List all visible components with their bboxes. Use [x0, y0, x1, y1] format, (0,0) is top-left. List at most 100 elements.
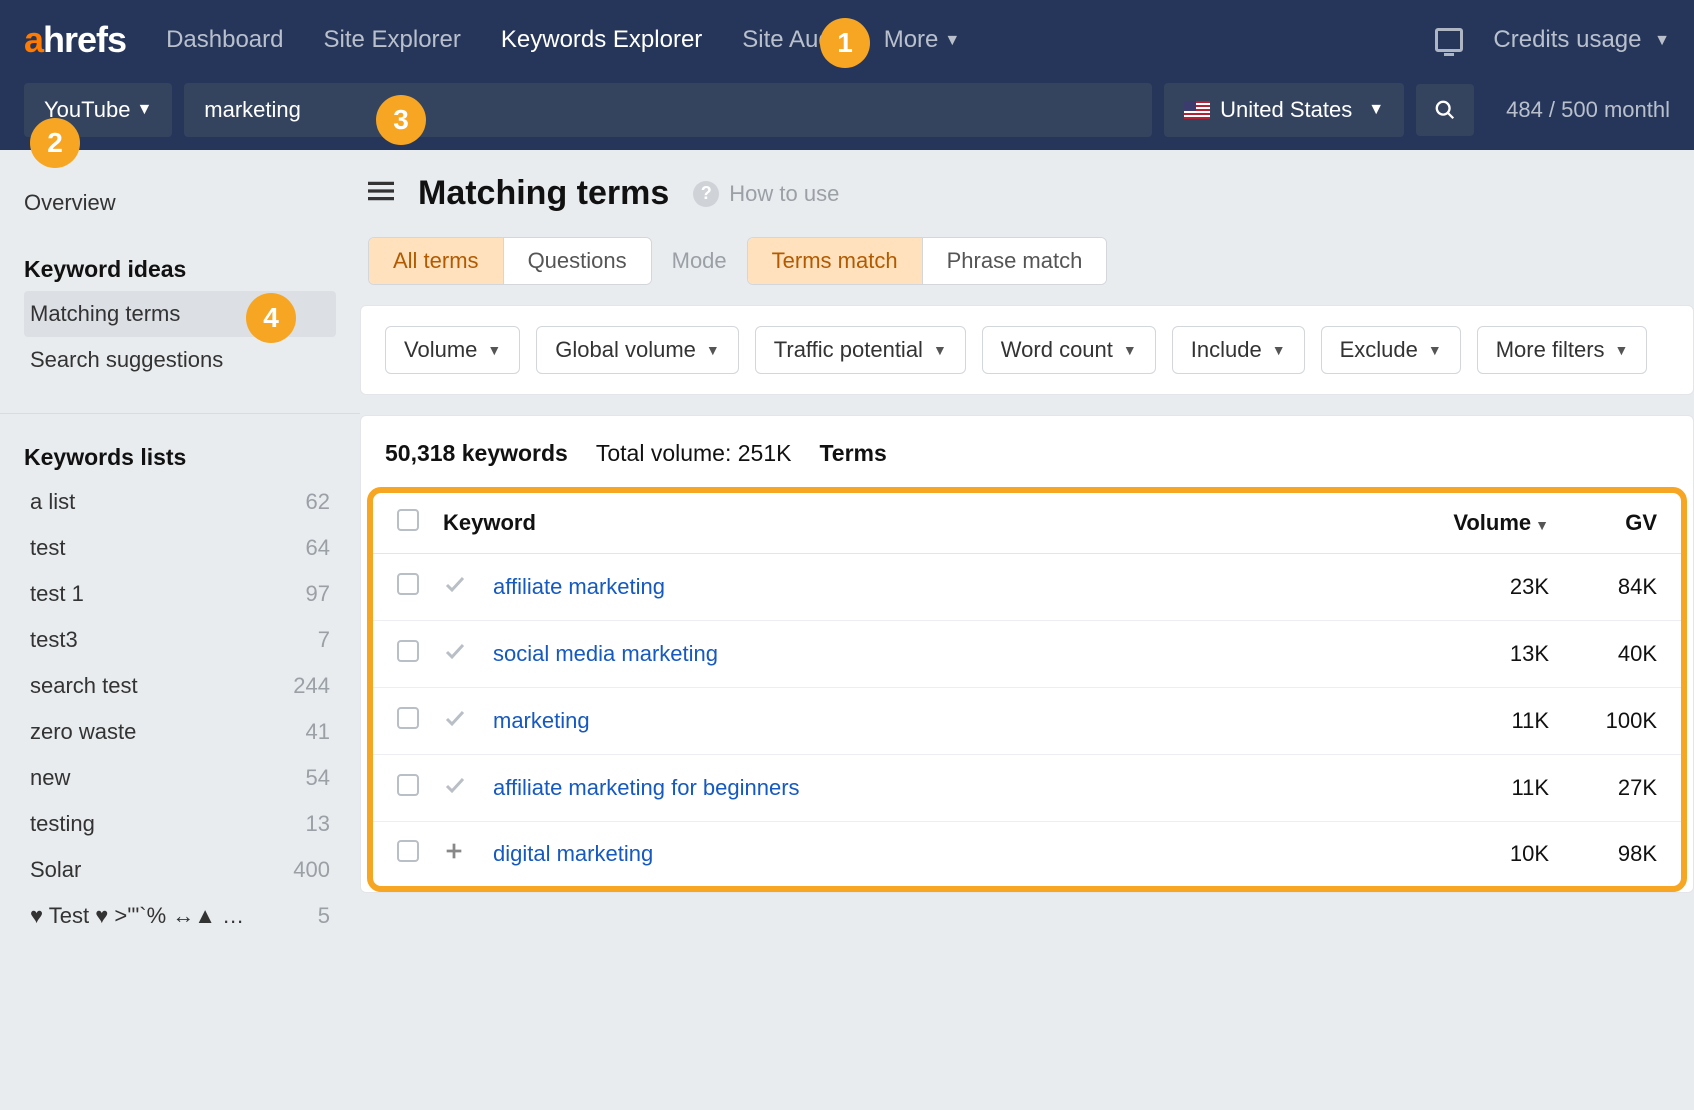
logo-letter-a: a	[24, 19, 43, 60]
step-badge-3: 3	[376, 95, 426, 145]
check-icon[interactable]	[443, 576, 467, 601]
chevron-down-icon: ▼	[706, 342, 720, 358]
sidebar-list-item[interactable]: testing13	[24, 801, 336, 847]
mode-label: Mode	[672, 248, 727, 274]
th-volume[interactable]: Volume▼	[1411, 493, 1561, 554]
credits-label: Credits usage	[1493, 26, 1641, 53]
filter-exclude[interactable]: Exclude▼	[1321, 326, 1461, 374]
row-checkbox[interactable]	[397, 573, 419, 595]
list-name: zero waste	[30, 719, 136, 745]
seg-phrase-match[interactable]: Phrase match	[922, 238, 1107, 284]
keyword-link[interactable]: marketing	[493, 708, 590, 733]
sidebar-list-item[interactable]: new54	[24, 755, 336, 801]
search-button[interactable]	[1416, 84, 1474, 136]
chevron-down-icon: ▼	[136, 101, 152, 119]
check-icon[interactable]	[443, 710, 467, 735]
th-gv[interactable]: GV	[1561, 493, 1681, 554]
keyword-link[interactable]: digital marketing	[493, 841, 653, 866]
hamburger-icon[interactable]	[368, 181, 394, 206]
list-count: 400	[293, 857, 330, 883]
how-to-use[interactable]: ? How to use	[693, 181, 839, 207]
sidebar-list-item[interactable]: ♥ Test ♥ >'"`% ↔▲ …5	[24, 893, 336, 939]
sidebar-search-suggestions[interactable]: Search suggestions	[24, 337, 336, 383]
highlighted-table-box: Keyword Volume▼ GV affiliate marketing23…	[367, 487, 1687, 892]
plus-icon[interactable]	[443, 842, 465, 867]
cell-volume: 10K	[1411, 822, 1561, 887]
row-checkbox[interactable]	[397, 707, 419, 729]
filter-global-volume[interactable]: Global volume▼	[536, 326, 739, 374]
sidebar-list-item[interactable]: zero waste 41	[24, 709, 336, 755]
sidebar-ideas-heading: Keyword ideas	[24, 256, 336, 283]
sidebar-item-label: Search suggestions	[30, 347, 223, 373]
seg-terms-match[interactable]: Terms match	[748, 238, 922, 284]
page-title: Matching terms	[418, 174, 669, 213]
seg-questions[interactable]: Questions	[503, 238, 651, 284]
chevron-down-icon: ▼	[1654, 32, 1670, 49]
sidebar-list-item[interactable]: search test244	[24, 663, 336, 709]
list-count: 97	[306, 581, 330, 607]
monitor-icon[interactable]	[1435, 28, 1463, 52]
check-icon[interactable]	[443, 777, 467, 802]
list-count: 62	[306, 489, 330, 515]
sidebar-matching-terms[interactable]: Matching terms 4	[24, 291, 336, 337]
sidebar-overview[interactable]: Overview	[24, 180, 336, 226]
filter-traffic-potential[interactable]: Traffic potential ▼	[755, 326, 966, 374]
filter-label: Volume	[404, 337, 477, 363]
main-content: Matching terms ? How to use All terms Qu…	[360, 150, 1694, 969]
sidebar-list-item[interactable]: Solar400	[24, 847, 336, 893]
chevron-down-icon: ▼	[487, 342, 501, 358]
sidebar-list-item[interactable]: test 197	[24, 571, 336, 617]
chevron-down-icon: ▼	[1615, 342, 1629, 358]
top-navbar: ahrefs Dashboard Site Explorer Keywords …	[0, 0, 1694, 80]
keyword-input[interactable]: marketing	[184, 83, 1152, 137]
sidebar-lists-heading: Keywords lists	[24, 444, 336, 471]
filter-include[interactable]: Include▼	[1172, 326, 1305, 374]
list-name: a list	[30, 489, 75, 515]
table-row: social media marketing13K40K	[373, 621, 1681, 688]
list-name: search test	[30, 673, 138, 699]
results-card: 50,318 keywords Total volume: 251K Terms…	[360, 415, 1694, 893]
filter-more-filters[interactable]: More filters ▼	[1477, 326, 1648, 374]
checkbox-all[interactable]	[397, 509, 419, 531]
credits-usage[interactable]: Credits usage ▼	[1493, 26, 1670, 54]
filter-label: Traffic potential	[774, 337, 923, 363]
nav-more[interactable]: More▼	[884, 26, 961, 54]
row-checkbox[interactable]	[397, 774, 419, 796]
sidebar-list-item[interactable]: test37	[24, 617, 336, 663]
logo-rest: hrefs	[43, 19, 126, 60]
filter-label: Exclude	[1340, 337, 1418, 363]
terms-label[interactable]: Terms	[819, 440, 886, 467]
credits-counter: 484 / 500 monthl	[1506, 97, 1670, 123]
step-badge-4: 4	[246, 293, 296, 343]
nav-keywords-explorer[interactable]: Keywords Explorer	[501, 26, 702, 54]
list-name: new	[30, 765, 70, 791]
step-badge-2: 2	[30, 118, 80, 168]
sidebar-list-item[interactable]: a list 62	[24, 479, 336, 525]
list-name: test3	[30, 627, 78, 653]
row-checkbox[interactable]	[397, 640, 419, 662]
terms-questions-toggle: All terms Questions	[368, 237, 652, 285]
chevron-down-icon: ▼	[933, 342, 947, 358]
nav-dashboard[interactable]: Dashboard	[166, 26, 283, 54]
seg-all-terms[interactable]: All terms	[369, 238, 503, 284]
th-keyword[interactable]: Keyword	[431, 493, 1411, 554]
keyword-link[interactable]: affiliate marketing for beginners	[493, 775, 800, 800]
keyword-count: 50,318 keywords	[385, 440, 568, 467]
filter-volume[interactable]: Volume ▼	[385, 326, 520, 374]
sidebar-list-item[interactable]: test64	[24, 525, 336, 571]
table-row: affiliate marketing23K84K	[373, 554, 1681, 621]
list-count: 41	[306, 719, 330, 745]
cell-gv: 98K	[1561, 822, 1681, 887]
keyword-link[interactable]: social media marketing	[493, 641, 718, 666]
chevron-down-icon: ▼	[1368, 101, 1384, 119]
filter-label: Word count	[1001, 337, 1113, 363]
country-select[interactable]: United States ▼	[1164, 83, 1404, 137]
list-name: testing	[30, 811, 95, 837]
filter-label: More filters	[1496, 337, 1605, 363]
check-icon[interactable]	[443, 643, 467, 668]
nav-site-explorer[interactable]: Site Explorer	[323, 26, 460, 54]
filter-word-count[interactable]: Word count▼	[982, 326, 1156, 374]
row-checkbox[interactable]	[397, 840, 419, 862]
logo[interactable]: ahrefs	[24, 19, 126, 61]
keyword-link[interactable]: affiliate marketing	[493, 574, 665, 599]
